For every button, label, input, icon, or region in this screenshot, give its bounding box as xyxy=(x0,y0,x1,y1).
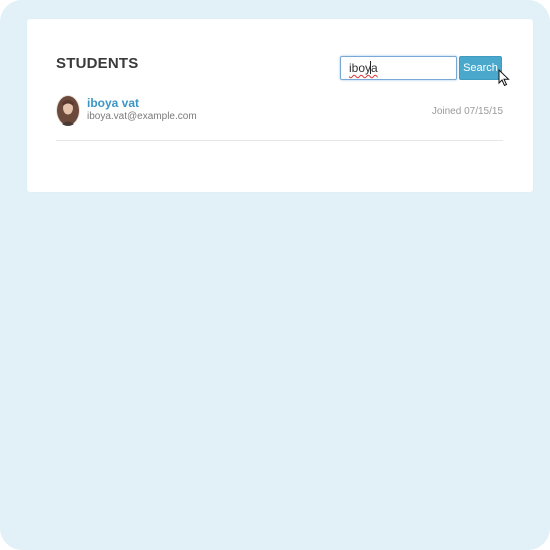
page-title: STUDENTS xyxy=(56,55,139,72)
student-name-link[interactable]: iboya vat xyxy=(87,96,139,110)
student-joined-date: Joined 07/15/15 xyxy=(431,106,503,117)
student-email: iboya.vat@example.com xyxy=(87,111,197,122)
search-input[interactable] xyxy=(340,56,457,80)
search-button[interactable]: Search xyxy=(459,56,502,80)
page-background: STUDENTS iboya Search iboya vat iboya.va… xyxy=(0,0,550,550)
student-list-item: iboya vat iboya.vat@example.com Joined 0… xyxy=(56,95,503,141)
students-panel: STUDENTS iboya Search iboya vat iboya.va… xyxy=(27,19,533,192)
avatar xyxy=(56,95,80,126)
